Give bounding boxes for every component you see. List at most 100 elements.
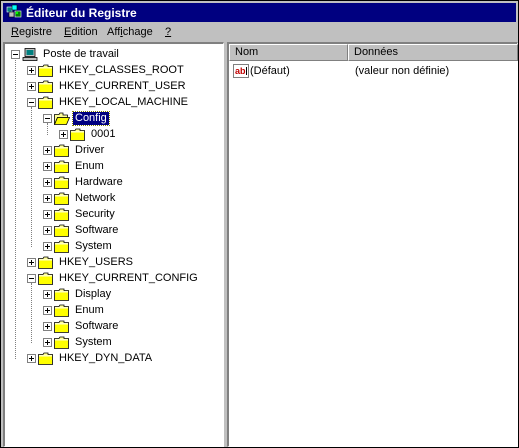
registry-key-tree: Poste de travail HKEY_CLASSES_ROOT HKEY_CU… <box>5 44 223 446</box>
tree-node[interactable]: HKEY_USERS <box>5 255 223 271</box>
folder-icon <box>54 320 69 333</box>
tree-node[interactable]: HKEY_CURRENT_CONFIG <box>5 271 223 287</box>
menu-affichage[interactable]: Affichage <box>107 26 153 38</box>
column-header-nom[interactable]: Nom <box>229 44 348 61</box>
tree-node[interactable]: Config <box>5 111 223 127</box>
tree-node[interactable]: Driver <box>5 143 223 159</box>
tree-node-label: Enum <box>75 304 104 316</box>
expand-icon[interactable] <box>43 226 52 235</box>
string-value-icon: ab <box>233 64 249 78</box>
tree-node-label: System <box>75 336 112 348</box>
folder-icon <box>38 256 53 269</box>
tree-node-label: HKEY_USERS <box>59 256 133 268</box>
tree-node[interactable]: Network <box>5 191 223 207</box>
tree-connector-line <box>31 283 32 343</box>
tree-node-label: Display <box>75 288 112 300</box>
folder-icon <box>38 272 53 285</box>
tree-node[interactable]: Software <box>5 223 223 239</box>
expand-icon[interactable] <box>43 162 52 171</box>
tree-node-label: Software <box>75 320 119 332</box>
computer-icon <box>22 48 38 61</box>
collapse-icon[interactable] <box>27 274 36 283</box>
tree-node-label: Driver <box>75 144 105 156</box>
folder-icon <box>54 240 69 253</box>
menu-bar: Registre Edition Affichage ? <box>3 23 516 42</box>
tree-node[interactable]: HKEY_CLASSES_ROOT <box>5 63 223 79</box>
folder-icon <box>54 304 69 317</box>
expand-icon[interactable] <box>27 66 36 75</box>
tree-node-label: Software <box>75 224 119 236</box>
tree-node-label: System <box>75 240 112 252</box>
folder-icon <box>54 176 69 189</box>
menu-edition[interactable]: Edition <box>64 26 98 38</box>
expand-icon[interactable] <box>43 178 52 187</box>
registry-editor-window: Éditeur du Registre Registre Edition Aff… <box>0 0 519 448</box>
expand-icon[interactable] <box>27 354 36 363</box>
value-list-pane[interactable]: Nom Données ab (Défaut) (valeur non défi… <box>227 42 518 447</box>
tree-node-label: HKEY_DYN_DATA <box>59 352 153 364</box>
menu-registre[interactable]: Registre <box>11 26 52 38</box>
tree-node[interactable]: System <box>5 335 223 351</box>
expand-icon[interactable] <box>43 194 52 203</box>
tree-node-label: Poste de travail <box>43 48 119 60</box>
folder-icon <box>54 336 69 349</box>
expand-icon[interactable] <box>27 82 36 91</box>
window-title: Éditeur du Registre <box>26 6 137 20</box>
tree-node-label: Network <box>75 192 116 204</box>
expand-icon[interactable] <box>59 130 68 139</box>
value-data: (valeur non définie) <box>355 65 450 77</box>
expand-icon[interactable] <box>27 258 36 267</box>
tree-node[interactable]: Poste de travail <box>5 47 223 63</box>
folder-icon <box>38 352 53 365</box>
expand-icon[interactable] <box>43 290 52 299</box>
tree-node[interactable]: HKEY_LOCAL_MACHINE <box>5 95 223 111</box>
expand-icon[interactable] <box>43 146 52 155</box>
folder-icon <box>38 64 53 77</box>
key-tree-pane[interactable]: Poste de travail HKEY_CLASSES_ROOT HKEY_CU… <box>3 42 224 447</box>
registry-editor-app-icon[interactable] <box>6 4 22 20</box>
folder-icon <box>54 208 69 221</box>
title-bar[interactable]: Éditeur du Registre <box>3 3 516 22</box>
folder-icon <box>54 288 69 301</box>
column-header-donnees[interactable]: Données <box>348 44 518 61</box>
tree-node-label: HKEY_LOCAL_MACHINE <box>59 96 188 108</box>
expand-icon[interactable] <box>43 322 52 331</box>
tree-node[interactable]: Display <box>5 287 223 303</box>
tree-node[interactable]: Security <box>5 207 223 223</box>
value-name: (Défaut) <box>250 65 290 77</box>
menu-help[interactable]: ? <box>165 26 171 38</box>
tree-node[interactable]: System <box>5 239 223 255</box>
expand-icon[interactable] <box>43 306 52 315</box>
folder-icon <box>38 80 53 93</box>
expand-icon[interactable] <box>43 338 52 347</box>
tree-node[interactable]: HKEY_CURRENT_USER <box>5 79 223 95</box>
tree-node[interactable]: 0001 <box>5 127 223 143</box>
folder-icon <box>54 192 69 205</box>
tree-node-label: Security <box>75 208 115 220</box>
tree-node[interactable]: Software <box>5 319 223 335</box>
folder-icon <box>54 160 69 173</box>
folder-icon <box>54 144 69 157</box>
tree-node-label: HKEY_CURRENT_USER <box>59 80 186 92</box>
value-row[interactable]: ab (Défaut) (valeur non définie) <box>231 63 511 79</box>
tree-node[interactable]: Hardware <box>5 175 223 191</box>
expand-icon[interactable] <box>43 210 52 219</box>
svg-text:ab: ab <box>235 66 246 76</box>
tree-node-label: 0001 <box>91 128 116 140</box>
folder-icon <box>70 128 85 141</box>
folder-icon <box>38 96 53 109</box>
tree-connector-line <box>15 58 16 359</box>
tree-node[interactable]: Enum <box>5 303 223 319</box>
expand-icon[interactable] <box>43 242 52 251</box>
folder-icon <box>54 224 69 237</box>
collapse-icon[interactable] <box>27 98 36 107</box>
tree-node-label: Enum <box>75 160 104 172</box>
tree-node-label: Hardware <box>75 176 123 188</box>
tree-node[interactable]: Enum <box>5 159 223 175</box>
open-folder-icon <box>54 112 70 125</box>
tree-node[interactable]: HKEY_DYN_DATA <box>5 351 223 367</box>
collapse-icon[interactable] <box>43 114 52 123</box>
tree-node-label: Config <box>72 111 110 126</box>
tree-connector-line <box>47 123 48 135</box>
tree-connector-line <box>31 107 32 247</box>
